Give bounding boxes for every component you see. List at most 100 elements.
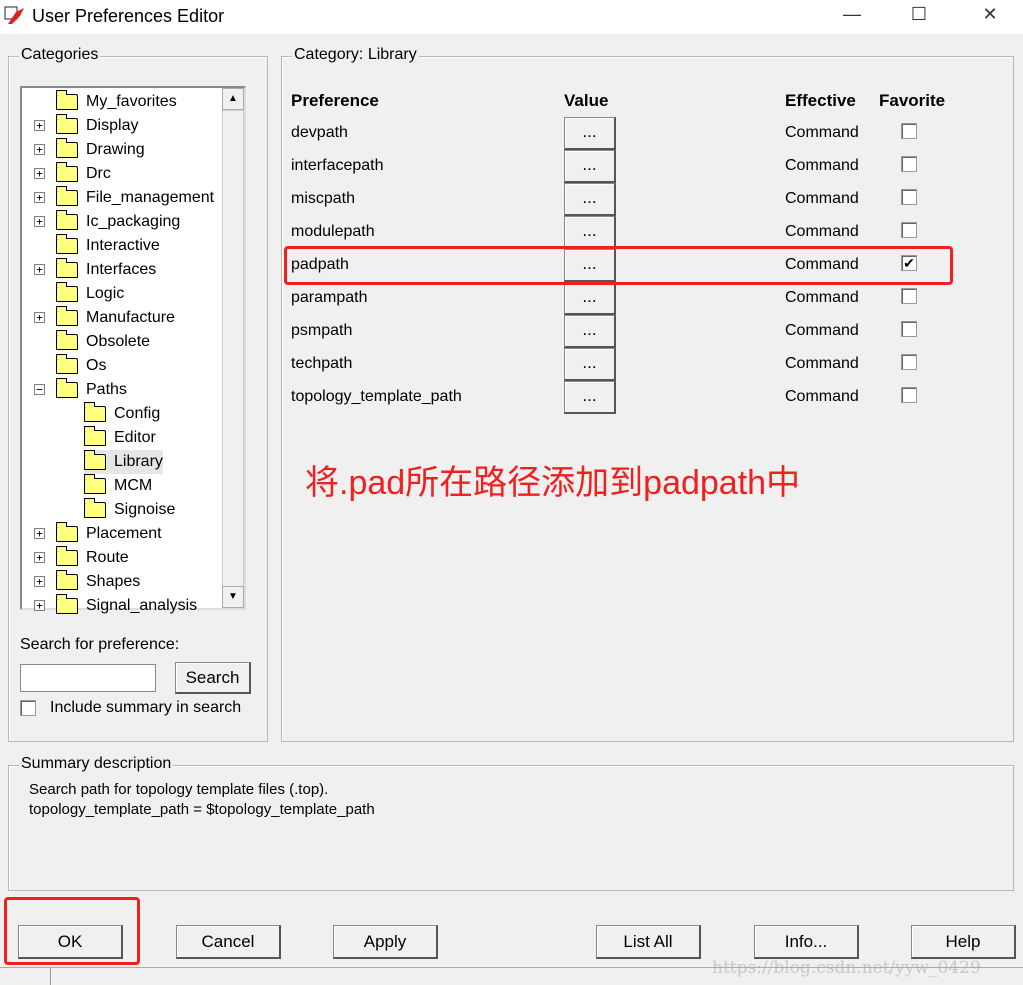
effective-value: Command: [785, 223, 859, 240]
close-button[interactable]: ✕: [975, 4, 1005, 25]
preference-name: devpath: [291, 124, 348, 141]
tree-item[interactable]: Config: [84, 402, 160, 426]
minimize-button[interactable]: —: [837, 4, 867, 25]
effective-value: Command: [785, 388, 859, 405]
value-button[interactable]: ...: [564, 183, 616, 216]
scroll-up-arrow-icon[interactable]: ▲: [222, 88, 244, 110]
preference-row: miscpath ... Command: [291, 183, 961, 216]
preference-row: modulepath ... Command: [291, 216, 961, 249]
tree-item[interactable]: Signoise: [84, 498, 175, 522]
tree-item-label: Interactive: [86, 237, 160, 254]
maximize-button[interactable]: ☐: [904, 4, 934, 25]
tree-item[interactable]: + Drawing: [34, 138, 145, 162]
value-button[interactable]: ...: [564, 117, 616, 150]
favorite-checkbox[interactable]: [901, 222, 917, 238]
expand-toggle-icon[interactable]: +: [34, 552, 45, 563]
expand-toggle-icon[interactable]: +: [34, 144, 45, 155]
tree-item-label: Editor: [114, 429, 156, 446]
expand-toggle-icon[interactable]: +: [34, 192, 45, 203]
value-button[interactable]: ...: [564, 315, 616, 348]
expand-toggle-icon[interactable]: +: [34, 528, 45, 539]
cancel-button[interactable]: Cancel: [176, 925, 281, 959]
tree-item[interactable]: My_favorites: [56, 90, 177, 114]
tree-item[interactable]: + Ic_packaging: [34, 210, 180, 234]
tree-item[interactable]: MCM: [84, 474, 152, 498]
tree-item[interactable]: Library: [84, 450, 163, 474]
folder-icon: [84, 426, 106, 446]
expand-toggle-icon[interactable]: +: [34, 600, 45, 611]
folder-icon: [84, 474, 106, 494]
favorite-checkbox[interactable]: [901, 387, 917, 403]
tree-item-label: Shapes: [86, 573, 141, 590]
favorite-checkbox[interactable]: [901, 354, 917, 370]
expand-toggle-icon[interactable]: +: [34, 312, 45, 323]
tree-item[interactable]: + Interfaces: [34, 258, 157, 282]
favorite-checkbox[interactable]: [901, 321, 917, 337]
expand-toggle-icon[interactable]: +: [34, 120, 45, 131]
tree-item-label: Logic: [86, 285, 125, 302]
tree-scrollbar[interactable]: ▲ ▼: [222, 88, 244, 608]
favorite-checkbox[interactable]: [901, 123, 917, 139]
expand-toggle-icon[interactable]: +: [34, 576, 45, 587]
effective-value: Command: [785, 322, 859, 339]
tree-item-label: Manufacture: [86, 309, 175, 326]
folder-icon: [56, 570, 78, 590]
folder-icon: [56, 234, 78, 254]
tree-item[interactable]: + Drc: [34, 162, 111, 186]
folder-icon: [84, 402, 106, 422]
info-button[interactable]: Info...: [754, 925, 859, 959]
tree-item-label: Interfaces: [86, 261, 157, 278]
search-input[interactable]: [20, 664, 156, 692]
tree-item[interactable]: Editor: [84, 426, 156, 450]
folder-icon: [56, 138, 78, 158]
tree-item[interactable]: + Manufacture: [34, 306, 175, 330]
value-button[interactable]: ...: [564, 150, 616, 183]
apply-button[interactable]: Apply: [333, 925, 438, 959]
categories-label: Categories: [19, 46, 101, 64]
preference-name: techpath: [291, 355, 353, 372]
favorite-checkbox[interactable]: [901, 156, 917, 172]
tree-item-label: Config: [114, 405, 161, 422]
expand-toggle-icon[interactable]: −: [34, 384, 45, 395]
tree-item[interactable]: + Signal_analysis: [34, 594, 197, 618]
tree-item-label: Obsolete: [86, 333, 151, 350]
folder-icon: [56, 90, 78, 110]
tree-item[interactable]: + Display: [34, 114, 138, 138]
tree-item[interactable]: Interactive: [56, 234, 160, 258]
folder-icon: [56, 162, 78, 182]
tree-item[interactable]: Obsolete: [56, 330, 150, 354]
value-button[interactable]: ...: [564, 216, 616, 249]
folder-icon: [56, 210, 78, 230]
preference-name: psmpath: [291, 322, 353, 339]
search-button[interactable]: Search: [175, 662, 251, 694]
tree-item[interactable]: Os: [56, 354, 106, 378]
tree-item-label: File_management: [86, 189, 215, 206]
effective-value: Command: [785, 289, 859, 306]
value-button[interactable]: ...: [564, 282, 616, 315]
tree-item-label: My_favorites: [86, 93, 177, 110]
include-summary-checkbox[interactable]: [20, 700, 36, 716]
preference-row: parampath ... Command: [291, 282, 961, 315]
scroll-down-arrow-icon[interactable]: ▼: [222, 586, 244, 608]
tree-item[interactable]: − Paths: [34, 378, 127, 402]
favorite-checkbox[interactable]: [901, 288, 917, 304]
effective-value: Command: [785, 157, 859, 174]
scroll-thumb[interactable]: [222, 110, 244, 594]
value-button[interactable]: ...: [564, 348, 616, 381]
tree-item[interactable]: + Route: [34, 546, 129, 570]
expand-toggle-icon[interactable]: +: [34, 168, 45, 179]
preference-row: interfacepath ... Command: [291, 150, 961, 183]
effective-value: Command: [785, 190, 859, 207]
expand-toggle-icon[interactable]: +: [34, 264, 45, 275]
expand-toggle-icon[interactable]: +: [34, 216, 45, 227]
category-tree[interactable]: ▲ ▼ My_favorites + Display + Drawing + Drc + Fil…: [20, 86, 246, 614]
tree-item[interactable]: + File_management: [34, 186, 215, 210]
tree-item[interactable]: + Shapes: [34, 570, 141, 594]
favorite-checkbox[interactable]: [901, 189, 917, 205]
value-button[interactable]: ...: [564, 381, 616, 414]
list-all-button[interactable]: List All: [596, 925, 701, 959]
tree-item[interactable]: Logic: [56, 282, 124, 306]
tree-item[interactable]: + Placement: [34, 522, 162, 546]
help-button[interactable]: Help: [911, 925, 1016, 959]
folder-icon: [56, 378, 78, 398]
